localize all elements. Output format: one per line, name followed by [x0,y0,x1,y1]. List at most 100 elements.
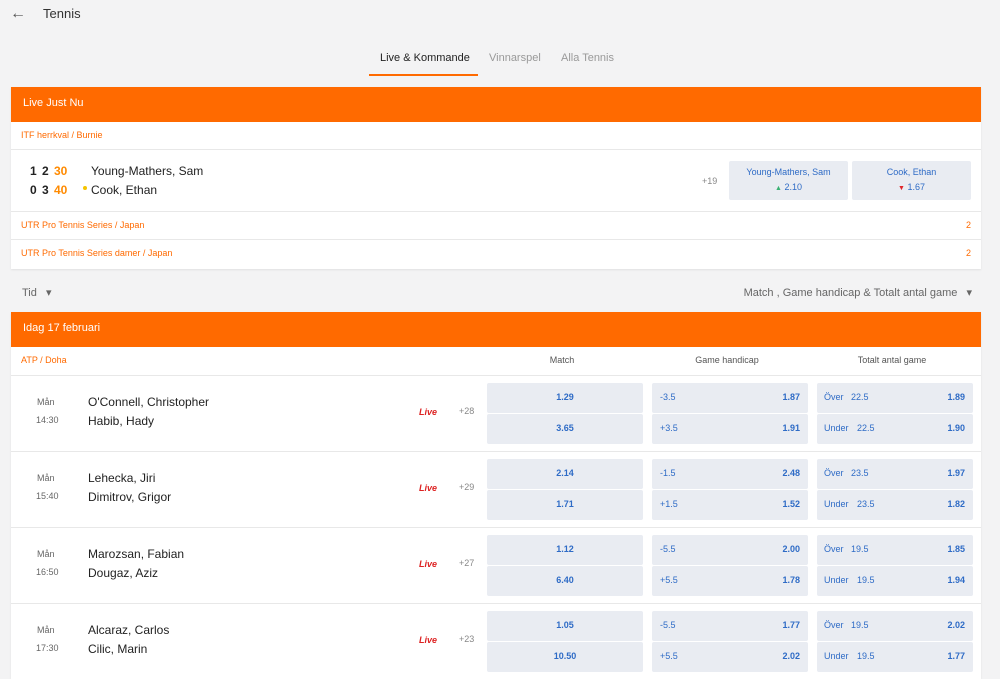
handicap-odds-button[interactable]: +5.5 1.78 [652,566,808,596]
column-header-handicap: Game handicap [695,355,759,365]
today-section: Idag 17 februari ATP / Doha Match Game h… [11,312,981,679]
league-name[interactable]: ITF herrkval / Burnie [21,130,103,140]
total-label: Över [824,468,844,478]
league-row[interactable]: UTR Pro Tennis Series / Japan 2 [11,212,981,240]
points-score: 30 [54,164,68,178]
match-odds-button[interactable]: 3.65 [487,414,643,444]
match-odds-button[interactable]: 2.14 [487,459,643,489]
time-sort-dropdown[interactable]: Tid ▾ [22,286,51,299]
total-odds-button[interactable]: Över 22.5 1.89 [817,383,973,413]
odds-value: 10.50 [553,651,577,661]
total-label: Över [824,544,844,554]
total-line: 22.5 [851,392,869,402]
odds-value: 3.65 [556,423,574,433]
live-badge: Live [419,407,438,417]
event-day: Mån [37,625,55,635]
odds-button-player-2[interactable]: Cook, Ethan ▼ 1.67 [852,161,971,200]
match-odds-button[interactable]: 1.12 [487,535,643,565]
player-1-name[interactable]: Young-Mathers, Sam [91,164,203,178]
match-odds-button[interactable]: 6.40 [487,566,643,596]
event-row[interactable]: Mån 14:30 O'Connell, Christopher Habib, Had… [11,376,981,452]
odds-value-wrap: ▲ 2.10 [729,182,848,192]
match-odds-button[interactable]: 1.05 [487,611,643,641]
away-player-name[interactable]: Dougaz, Aziz [88,566,158,580]
event-row[interactable]: Mån 16:50 Marozsan, Fabian Dougaz, Aziz Live… [11,528,981,604]
odds-button-player-1[interactable]: Young-Mathers, Sam ▲ 2.10 [729,161,848,200]
more-markets-count[interactable]: +27 [459,558,474,568]
score-player-1: 1 2 30 [30,164,67,178]
handicap-line: +1.5 [660,499,678,509]
market-filter-dropdown[interactable]: Match , Game handicap & Totalt antal gam… [744,286,972,299]
league-row[interactable]: ITF herrkval / Burnie [11,122,981,150]
player-2-name[interactable]: Cook, Ethan [91,183,157,197]
match-odds-button[interactable]: 10.50 [487,642,643,672]
tab-alla-tennis[interactable]: Alla Tennis [561,52,614,64]
handicap-odds-button[interactable]: -5.5 1.77 [652,611,808,641]
sets-score: 0 [30,183,37,197]
handicap-line: -5.5 [660,544,676,554]
league-name[interactable]: UTR Pro Tennis Series / Japan [21,220,144,230]
chevron-down-icon: ▾ [45,287,52,299]
total-odds-button[interactable]: Över 19.5 2.02 [817,611,973,641]
event-row[interactable]: Mån 15:40 Lehecka, Jiri Dimitrov, Grigor Liv… [11,452,981,528]
away-player-name[interactable]: Habib, Hady [88,414,154,428]
odds-label: Cook, Ethan [886,167,937,177]
league-row[interactable]: UTR Pro Tennis Series damer / Japan 2 [11,240,981,268]
total-odds-button[interactable]: Över 19.5 1.85 [817,535,973,565]
odds-value: 2.48 [782,468,800,478]
more-markets-count[interactable]: +28 [459,406,474,416]
home-player-name[interactable]: O'Connell, Christopher [88,395,209,409]
away-player-name[interactable]: Cilic, Marin [88,642,147,656]
home-player-name[interactable]: Lehecka, Jiri [88,471,155,485]
handicap-odds-button[interactable]: +1.5 1.52 [652,490,808,520]
odds-value: 1.97 [947,468,965,478]
league-name[interactable]: UTR Pro Tennis Series damer / Japan [21,248,172,258]
handicap-line: +5.5 [660,575,678,585]
event-row[interactable]: Mån 17:30 Alcaraz, Carlos Cilic, Marin Live +… [11,604,981,679]
odds-value: 1.05 [556,620,574,630]
handicap-odds-button[interactable]: -5.5 2.00 [652,535,808,565]
match-odds-button[interactable]: 1.29 [487,383,643,413]
odds-value-wrap: ▼ 1.67 [852,182,971,192]
arrow-up-icon: ▲ [775,185,782,192]
total-line: 22.5 [857,423,875,433]
back-arrow-icon[interactable]: ← [10,4,30,24]
total-odds-button[interactable]: Under 23.5 1.82 [817,490,973,520]
odds-value: 1.91 [782,423,800,433]
total-odds-button[interactable]: Under 19.5 1.77 [817,642,973,672]
odds-value: 1.82 [947,499,965,509]
live-badge: Live [419,559,438,569]
event-time: 15:40 [36,491,59,501]
handicap-odds-button[interactable]: -3.5 1.87 [652,383,808,413]
more-markets-count[interactable]: +19 [702,176,717,186]
column-header-match: Match [549,355,575,365]
away-player-name[interactable]: Dimitrov, Grigor [88,490,171,504]
league-header-row: ATP / Doha Match Game handicap Totalt an… [11,347,981,376]
total-label: Under [824,651,849,661]
odds-value: 1.77 [782,620,800,630]
more-markets-count[interactable]: +29 [459,482,474,492]
odds-value: 2.10 [784,182,802,192]
handicap-line: +5.5 [660,651,678,661]
total-label: Över [824,620,844,630]
handicap-odds-button[interactable]: +3.5 1.91 [652,414,808,444]
more-markets-count[interactable]: +23 [459,634,474,644]
home-player-name[interactable]: Alcaraz, Carlos [88,623,169,637]
match-odds-button[interactable]: 1.71 [487,490,643,520]
odds-value: 2.14 [556,468,574,478]
home-player-name[interactable]: Marozsan, Fabian [88,547,184,561]
event-day: Mån [37,549,55,559]
tab-live-kommande[interactable]: Live & Kommande [380,52,470,64]
league-count: 2 [965,248,971,258]
odds-value: 1.71 [556,499,574,509]
total-odds-button[interactable]: Under 22.5 1.90 [817,414,973,444]
league-name[interactable]: ATP / Doha [21,355,67,365]
handicap-odds-button[interactable]: -1.5 2.48 [652,459,808,489]
column-header-total: Totalt antal game [857,355,927,365]
total-odds-button[interactable]: Över 23.5 1.97 [817,459,973,489]
live-section-title: Live Just Nu [11,87,981,122]
handicap-odds-button[interactable]: +5.5 2.02 [652,642,808,672]
total-odds-button[interactable]: Under 19.5 1.94 [817,566,973,596]
odds-value: 1.67 [907,182,925,192]
tab-vinnarspel[interactable]: Vinnarspel [489,52,541,64]
